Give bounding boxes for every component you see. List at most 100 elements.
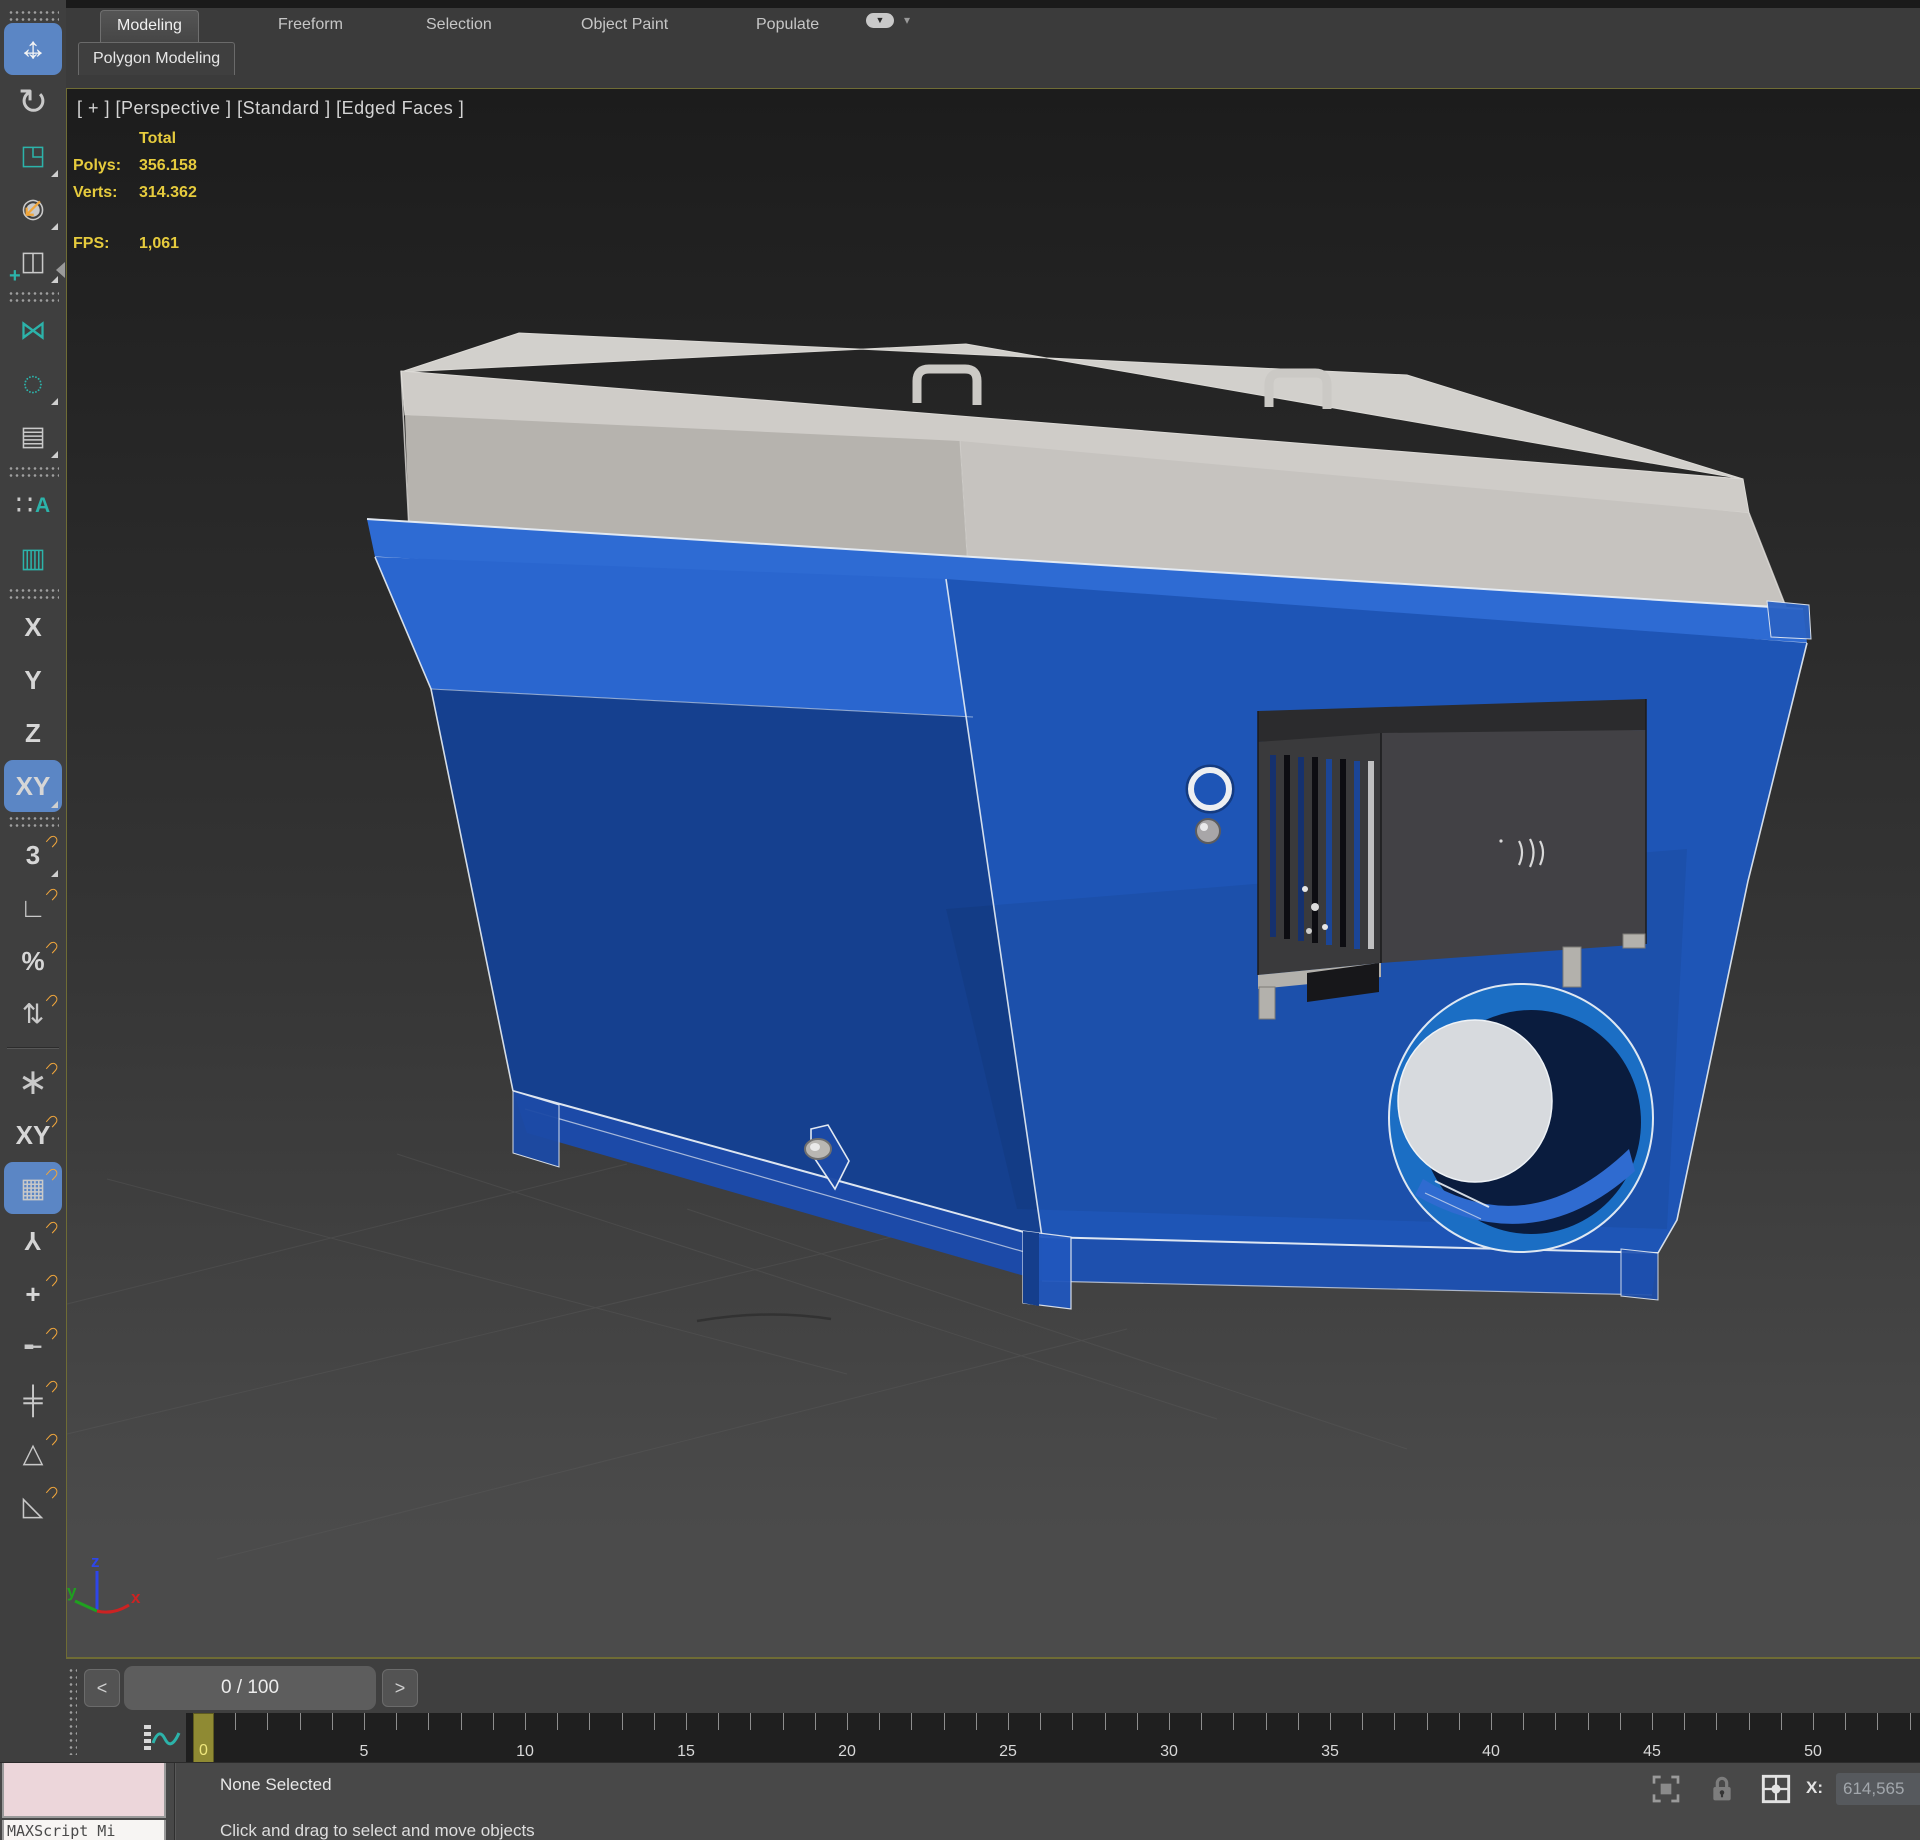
ribbon: Modeling Freeform Selection Object Paint Pop… [0,0,1920,88]
svg-text:x: x [131,1588,141,1607]
ruler-tick [1845,1713,1847,1730]
snap-midpoint[interactable]: ╪ ∩ [4,1372,65,1426]
ruler-frame-label: 20 [838,1743,856,1760]
clone-paste-tool[interactable]: ◫ + [4,235,62,287]
rotate-tool[interactable]: ↻ [4,76,62,128]
timeline-drag-handle[interactable] [68,1667,77,1755]
ruler-tick [460,1713,462,1730]
viewport-perspective[interactable]: z y x [ + ] [Perspective ] [Standard ] [… [66,88,1920,1658]
tab-polygon-modeling[interactable]: Polygon Modeling [78,42,236,75]
axis-constraint-y[interactable]: Y [4,654,62,706]
ruler-frame-label: 10 [516,1743,534,1760]
next-frame-button[interactable]: > [382,1669,418,1707]
scale-tool[interactable]: ◳ [4,129,62,181]
angle-snap-toggle[interactable]: ∟ ∩ [4,880,66,934]
ruler-tick [1330,1713,1331,1730]
timeline: < 0 / 100 > 5 10 15 20 25 30 35 40 45 50 0 [0,1658,1920,1763]
ruler-tick [1104,1713,1106,1730]
maxscript-listener-input[interactable]: MAXScript Mi [2,1820,166,1840]
ruler-tick [1619,1713,1621,1730]
snap-freeze[interactable]: ∗ ∩ [4,1054,66,1108]
toolbar-flyout-arrow-icon[interactable] [56,262,65,278]
ruler-tick [299,1713,301,1730]
toolbar-separator [7,289,59,302]
snap-xy-constraint[interactable]: XY ∩ [4,1107,66,1161]
3dsmax-window: Modeling Freeform Selection Object Paint Pop… [0,0,1920,1840]
ribbon-top-strip [0,0,1920,8]
axis-constraint-z[interactable]: Z [4,707,62,759]
ruler-tick [557,1713,559,1730]
maxscript-mini-listener[interactable] [2,1763,166,1818]
outlet-pipe[interactable] [1388,983,1654,1253]
coordinate-x-label: X: [1806,1778,1823,1797]
absolute-mode-transform-icon[interactable] [1760,1773,1792,1805]
viewport-label[interactable]: [ + ] [Perspective ] [Standard ] [Edged … [77,98,464,119]
statusbar-divider [174,1763,176,1840]
selection-lock-icon[interactable] [1706,1773,1738,1805]
ruler-tick [428,1713,430,1730]
snap-toggle-3d[interactable]: 3 ∩ [4,827,66,881]
ruler-frame-label: 25 [999,1743,1017,1760]
ruler-tick [1909,1713,1911,1730]
ruler-tick [1748,1713,1750,1730]
ribbon-tab-object-paint[interactable]: Object Paint [565,10,684,42]
snap-plus[interactable]: + ∩ [4,1266,65,1320]
ruler-frame-label: 45 [1643,1743,1661,1760]
axis-constraint-x[interactable]: X [4,601,62,653]
ribbon-tab-selection[interactable]: Selection [410,10,508,42]
stats-polys-label: Polys: [73,156,122,174]
snap-vertex[interactable]: △ ∩ [4,1425,66,1479]
stats-verts-value: 314.362 [139,183,197,201]
align-tool[interactable]: ▤ [4,410,62,462]
stats-fps-value: 1,061 [139,234,180,252]
ruler-frame-label: 40 [1482,1743,1500,1760]
select-place-tool[interactable]: ◉ ↙ [4,182,62,234]
isolate-selection-icon[interactable] [1650,1773,1682,1805]
lid-handle [912,364,982,405]
snap-pivot[interactable]: Y ∩ [4,1213,65,1267]
ribbon-toggle-icon[interactable]: ▼ [866,13,894,28]
ruler-frame-label: 35 [1321,1743,1339,1760]
toolbar-separator-line [7,1047,59,1049]
svg-text:z: z [91,1552,100,1571]
viewport-canvas[interactable]: z y x [67,89,1919,1657]
percent-snap-toggle[interactable]: % ∩ [4,933,65,987]
model-3d-hopper[interactable] [366,332,1812,1310]
curve-editor-icon[interactable] [140,1719,184,1757]
coordinate-x-field[interactable]: 614,565 [1836,1773,1920,1805]
axis-constraint-xy[interactable]: XY [4,760,62,812]
toolbar-separator [7,814,59,827]
current-frame-display[interactable]: 0 / 100 [124,1666,376,1710]
ruler-tick [1523,1713,1525,1730]
spinner-snap-toggle[interactable]: ⇅ ∩ [4,986,66,1040]
ground-mark [696,1313,832,1323]
ruler-tick [879,1713,881,1730]
mirror-tool[interactable]: ⋈ [4,304,62,356]
viewport-statistics: Total Polys: 356.158 Verts: 314.362 FPS:… [73,125,197,257]
time-ruler[interactable]: 5 10 15 20 25 30 35 40 45 50 0 [186,1713,1920,1763]
ruler-frame-label: 5 [359,1743,369,1760]
ruler-frame-label: 30 [1160,1743,1178,1760]
soft-selection-tool[interactable]: ◌ [4,357,62,409]
measure-tool[interactable]: ▥ [4,532,62,584]
previous-frame-button[interactable]: < [84,1669,120,1707]
snap-endpoint[interactable]: ╾ ∩ [4,1319,66,1373]
ruler-tick [1652,1713,1653,1730]
snap-grid-points[interactable]: ▦ ∩ [4,1160,66,1214]
ribbon-caret-icon[interactable]: ▾ [904,13,910,27]
ribbon-tab-modeling[interactable]: Modeling [100,10,199,42]
ribbon-tab-freeform[interactable]: Freeform [262,10,359,42]
stats-verts-label: Verts: [73,183,118,201]
ruler-tick [1716,1713,1718,1730]
ruler-tick [1297,1713,1299,1730]
ruler-tick [1040,1713,1042,1730]
quick-align-tool[interactable]: ∷ A [4,479,62,531]
time-slider-playhead[interactable]: 0 [193,1713,214,1763]
ruler-tick [1426,1713,1428,1730]
ruler-tick [1169,1713,1170,1730]
ruler-tick [943,1713,945,1730]
snap-edge[interactable]: ◺ ∩ [4,1478,66,1532]
ruler-tick [1555,1713,1557,1730]
ribbon-tab-populate[interactable]: Populate [740,10,835,42]
move-tool[interactable]: ↔ ↕ [4,23,62,75]
